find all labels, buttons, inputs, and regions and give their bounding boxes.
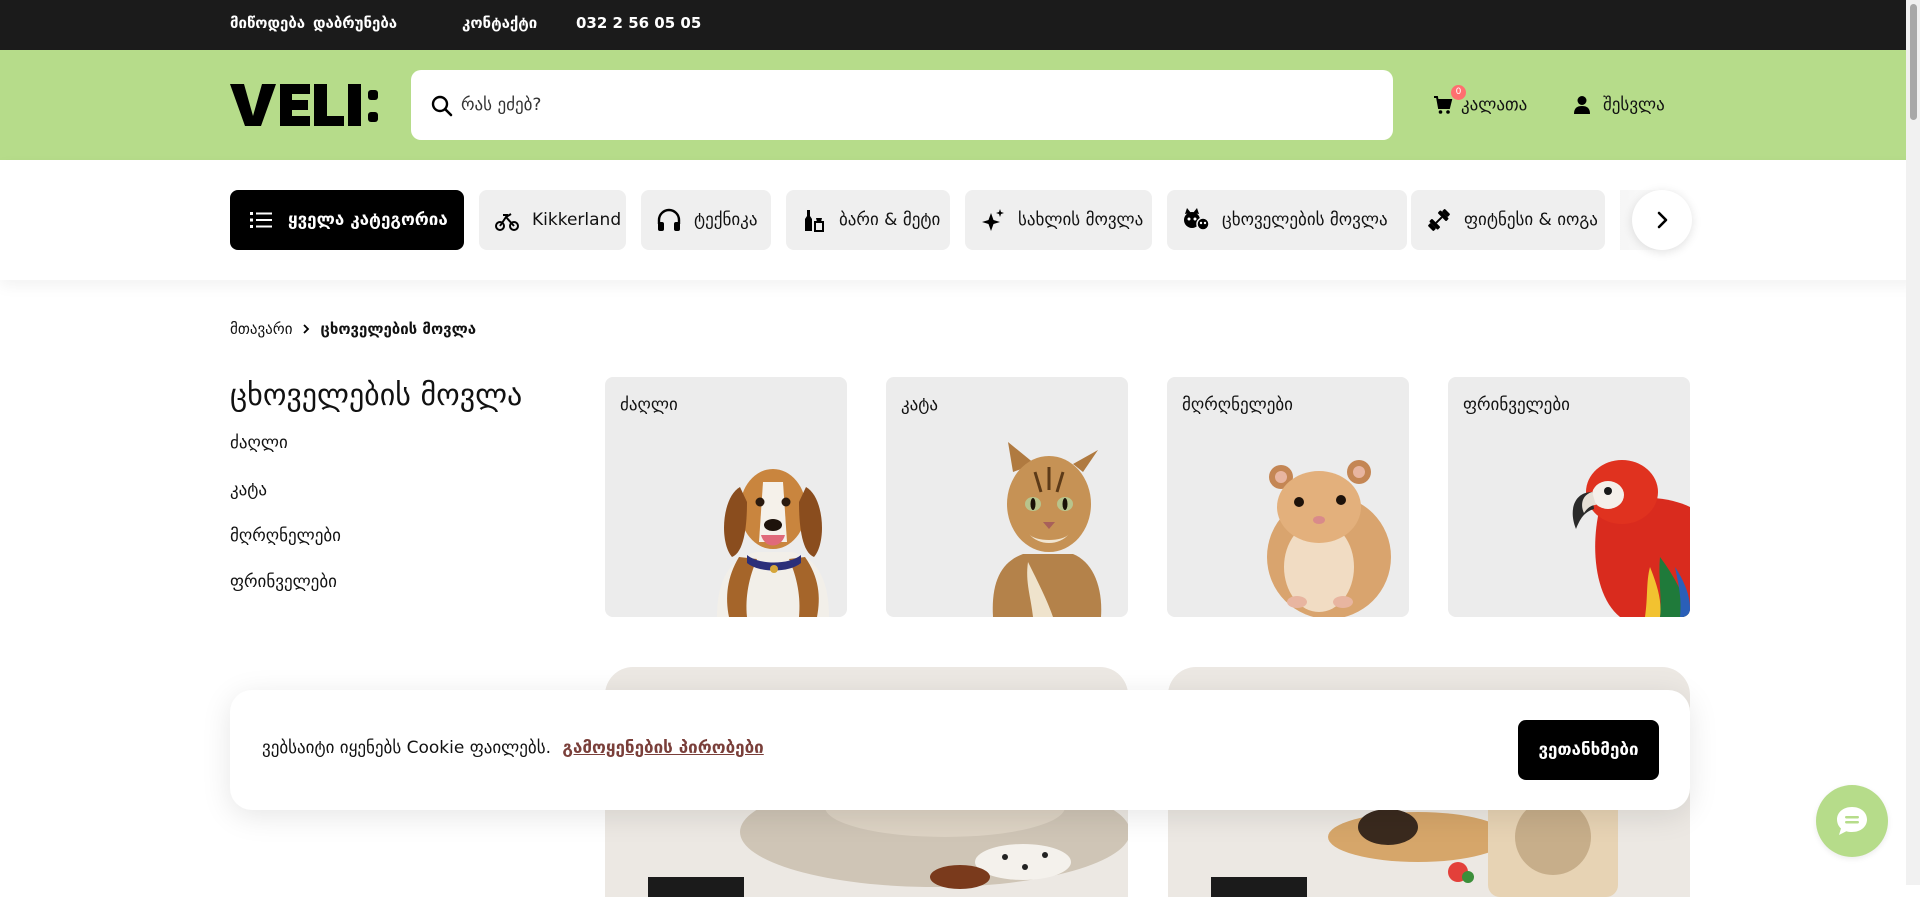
sidebar-item-cat[interactable]: კატა (230, 480, 267, 500)
breadcrumb-home[interactable]: მთავარი (230, 320, 292, 338)
chevron-right-icon (1657, 211, 1668, 229)
chevron-right-icon (303, 324, 310, 334)
delivery-link[interactable]: მიწოდება (230, 14, 305, 32)
category-card-birds[interactable]: ფრინველები (1448, 377, 1690, 617)
category-card-cat[interactable]: კატა (886, 377, 1128, 617)
breadcrumb: მთავარი ცხოველების მოვლა (230, 320, 476, 338)
category-nav: ყველა კატეგორია Kikkerland ტექნიკა ბარი … (0, 160, 1920, 280)
category-card-rodents[interactable]: მღრღნელები (1167, 377, 1409, 617)
chip-pet-care[interactable]: ცხოველების მოვლა (1167, 190, 1407, 250)
hamster-image (1267, 460, 1391, 617)
dumbbell-icon (1428, 209, 1450, 231)
card-label: მღრღნელები (1182, 395, 1293, 415)
sidebar-item-birds[interactable]: ფრინველები (230, 572, 337, 592)
red-macaw-parrot-image (1572, 460, 1690, 617)
chip-kikkerland[interactable]: Kikkerland (479, 190, 626, 250)
chip-label: Kikkerland (532, 210, 622, 230)
accept-cookies-button[interactable]: ვეთანხმები (1518, 720, 1659, 780)
returns-link[interactable]: დაბრუნება (313, 14, 397, 32)
chip-label: ფიტნესი & იოგა (1464, 210, 1598, 230)
header: 0 კალათა შესვლა (0, 50, 1920, 160)
all-categories-label: ყველა კატეგორია (288, 210, 448, 230)
cookie-text: ვებსაიტი იყენებს Cookie ფაილებს. (262, 738, 551, 758)
headphones-icon (657, 208, 681, 231)
tabby-cat-image (992, 442, 1102, 617)
chip-label: ცხოველების მოვლა (1222, 210, 1388, 230)
chat-button[interactable] (1816, 785, 1888, 857)
chip-label: ბარი & მეტი (839, 210, 941, 230)
cart-count-badge: 0 (1451, 85, 1466, 100)
all-categories-button[interactable]: ყველა კატეგორია (230, 190, 464, 250)
page-title: ცხოველების მოვლა (230, 378, 523, 413)
chip-technics[interactable]: ტექნიკა (641, 190, 771, 250)
bar-bottles-icon (805, 210, 824, 232)
chip-bar[interactable]: ბარი & მეტი (786, 190, 950, 250)
beagle-dog-image (717, 469, 829, 617)
chip-label: ტექნიკა (694, 210, 758, 230)
cart-button[interactable]: 0 კალათა (1433, 85, 1528, 118)
cookie-banner: ვებსაიტი იყენებს Cookie ფაილებს. გამოყენ… (230, 690, 1690, 810)
sidebar-item-dog[interactable]: ძაღლი (230, 433, 288, 453)
card-label: კატა (901, 395, 939, 415)
chip-home-care[interactable]: სახლის მოვლა (965, 190, 1152, 250)
chat-bubble-icon (1837, 807, 1867, 835)
contact-link[interactable]: კონტაქტი (462, 14, 537, 32)
search-box (411, 70, 1393, 140)
list-icon (250, 212, 272, 228)
category-card-dog[interactable]: ძაღლი (605, 377, 847, 617)
login-label: შესვლა (1603, 95, 1665, 115)
cookie-text-wrap: ვებსაიტი იყენებს Cookie ფაილებს. გამოყენ… (262, 738, 764, 758)
login-button[interactable]: შესვლა (1573, 92, 1665, 118)
cart-label: კალათა (1461, 95, 1528, 115)
phone-link[interactable]: 032 2 56 05 05 (576, 14, 701, 32)
page-scrollbar-thumb[interactable] (1910, 4, 1917, 120)
top-bar: მიწოდება დაბრუნება კონტაქტი 032 2 56 05 … (0, 0, 1920, 50)
search-icon (431, 95, 453, 117)
nav-next-button[interactable] (1632, 190, 1692, 250)
terms-link[interactable]: გამოყენების პირობები (562, 738, 763, 758)
sidebar-item-rodents[interactable]: მღრღნელები (230, 526, 341, 546)
chip-fitness[interactable]: ფიტნესი & იოგა (1411, 190, 1605, 250)
card-label: ფრინველები (1463, 395, 1570, 415)
pet-icon (1184, 208, 1210, 231)
page-scrollbar-track[interactable] (1906, 0, 1920, 885)
breadcrumb-current: ცხოველების მოვლა (320, 320, 477, 338)
card-label: ძაღლი (620, 395, 678, 415)
search-input[interactable] (461, 84, 1361, 126)
user-icon (1574, 96, 1590, 114)
sparkle-icon (982, 209, 1004, 231)
chip-label: სახლის მოვლა (1018, 210, 1144, 230)
cart-icon (1434, 96, 1453, 114)
kikkerland-icon (495, 213, 519, 231)
veli-logo[interactable] (230, 80, 396, 130)
